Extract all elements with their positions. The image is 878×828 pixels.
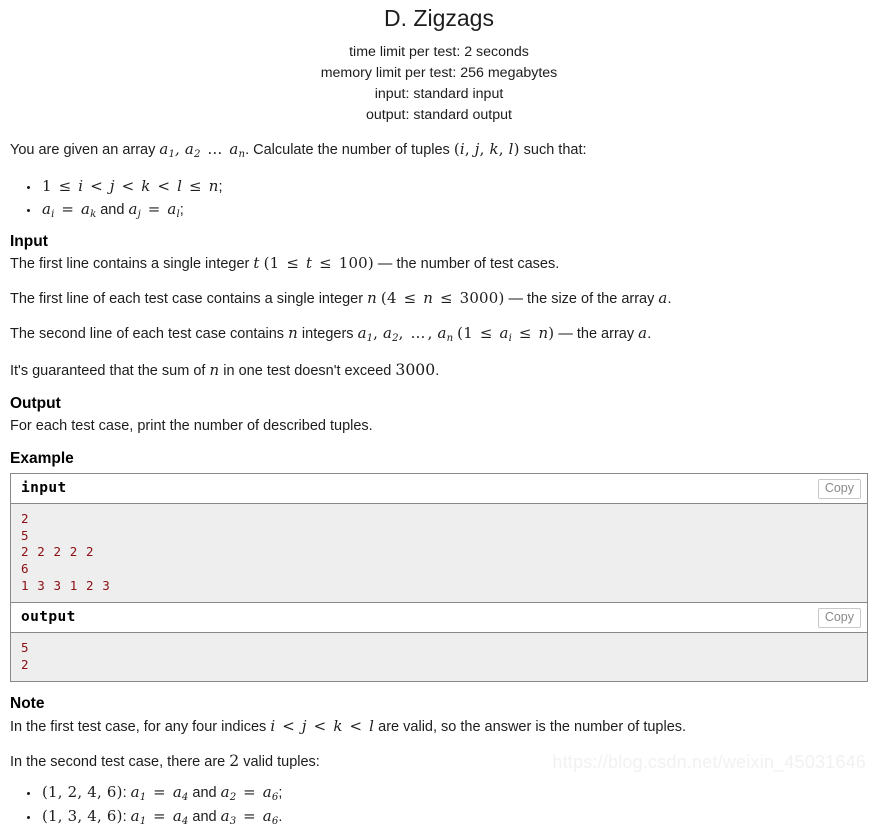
- list-item: ai = ak and aj = al;: [40, 198, 868, 222]
- note-tuple-2-eq1: a1 = a4: [130, 806, 189, 827]
- statement-intro-part3: such that:: [519, 141, 587, 158]
- statement-intro-part1: You are given an array: [10, 141, 160, 158]
- output-section-heading: Output: [10, 395, 61, 413]
- example-section-heading: Example: [10, 450, 74, 468]
- sample-output-header: output Copy: [11, 603, 867, 634]
- input-p3-text-a: The second line of each test case contai…: [10, 325, 289, 342]
- input-p2-text-a: The first line of each test case contain…: [10, 291, 368, 308]
- input-p3-var2: a: [638, 323, 648, 342]
- output-section-text: For each test case, print the number of …: [10, 417, 373, 434]
- note-p2-num: 2: [229, 751, 240, 771]
- page-title: D. Zigzags: [384, 5, 494, 31]
- list-item: 1 ≤ i < j < k < l ≤ n;: [40, 175, 868, 198]
- note-paragraph-1: In the first test case, for any four ind…: [10, 716, 868, 738]
- input-paragraph-1: The first line contains a single integer…: [10, 253, 868, 275]
- note-p1-text-b: are valid, so the answer is the number o…: [374, 718, 687, 735]
- input-p3-var: n: [288, 323, 298, 342]
- input-p3-text-d: .: [647, 325, 652, 342]
- note-tuple-2-and: and: [188, 808, 221, 825]
- time-limit: time limit per test: 2 seconds: [349, 43, 529, 60]
- input-p4-var: n: [209, 360, 220, 379]
- input-p2-var2: a: [658, 289, 668, 308]
- note-tuple-1-eq1: a1 = a4: [130, 782, 189, 803]
- note-tuple-1-end: ;: [278, 784, 283, 801]
- sample-test-output: output Copy 5 2: [10, 602, 868, 683]
- input-p1-text-a: The first line contains a single integer: [10, 256, 254, 273]
- note-p2-text-a: In the second test case, there are: [10, 754, 230, 771]
- input-p3-text-b: integers: [297, 325, 358, 342]
- condition-semicolon-2: ;: [179, 202, 184, 219]
- note-p1-text-a: In the first test case, for any four ind…: [10, 718, 271, 735]
- input-p3-array-math: a1, a2, …, an: [357, 323, 454, 344]
- note-tuple-1: (1, 2, 4, 6): [42, 782, 123, 801]
- note-section-heading: Note: [10, 695, 45, 713]
- note-tuple-2: (1, 3, 4, 6): [42, 806, 123, 825]
- input-p4-text-a: It's guaranteed that the sum of: [10, 362, 210, 379]
- input-p1-text-b: — the number of test cases.: [373, 256, 560, 273]
- input-section-heading: Input: [10, 233, 48, 251]
- input-paragraph-2: The first line of each test case contain…: [10, 288, 868, 310]
- input-p1-var: t: [253, 254, 260, 273]
- input-p3-range: (1 ≤ ai ≤ n): [457, 323, 555, 344]
- input-p4-num: 3000: [395, 359, 436, 379]
- sample-test-input: input Copy 2 5 2 2 2 2 2 6 1 3 3 1 2 3: [10, 473, 868, 603]
- note-p1-math: i < j < k < l: [270, 716, 375, 735]
- statement-array-math: a1, a2 … an: [159, 139, 246, 160]
- note-tuple-1-eq2: a2 = a6: [220, 782, 279, 803]
- sample-input-header: input Copy: [11, 474, 867, 505]
- note-tuple-1-and: and: [188, 784, 221, 801]
- condition-equalities-math-2: aj = al: [128, 200, 180, 221]
- note-tuple-2-end: .: [278, 808, 283, 825]
- input-p2-text-b: — the size of the array: [504, 291, 659, 308]
- input-paragraph-3: The second line of each test case contai…: [10, 323, 868, 346]
- statement-intro: You are given an array a1, a2 … an. Calc…: [10, 139, 868, 162]
- copy-output-button[interactable]: Copy: [817, 608, 861, 629]
- input-p2-var: n: [367, 289, 377, 308]
- sample-tests: input Copy 2 5 2 2 2 2 2 6 1 3 3 1 2 3 o…: [10, 473, 868, 683]
- input-p4-text-b: in one test doesn't exceed: [219, 362, 396, 379]
- sample-output-label: output: [21, 609, 76, 626]
- output-source: output: standard output: [366, 106, 512, 123]
- memory-limit: memory limit per test: 256 megabytes: [320, 64, 558, 81]
- sample-output-data: 5 2: [11, 633, 867, 682]
- statement-tuple-math: (i, j, k, l): [453, 139, 520, 158]
- condition-indices-math: 1 ≤ i < j < k < l ≤ n: [42, 177, 219, 195]
- input-paragraph-4: It's guaranteed that the sum of n in one…: [10, 359, 868, 382]
- sample-input-label: input: [21, 480, 67, 497]
- problem-page: D. Zigzags time limit per test: 2 second…: [0, 0, 878, 828]
- note-tuple-1-sep: :: [122, 784, 131, 801]
- input-p2-range: (4 ≤ n ≤ 3000): [380, 289, 505, 308]
- statement-intro-part2: . Calculate the number of tuples: [245, 141, 454, 158]
- input-p1-range: (1 ≤ t ≤ 100): [263, 254, 374, 273]
- input-p3-text-c: — the array: [554, 325, 639, 342]
- note-paragraph-2: In the second test case, there are 2 val…: [10, 750, 868, 773]
- note-tuple-2-eq2: a3 = a6: [220, 806, 279, 827]
- input-p4-text-c: .: [435, 362, 440, 379]
- list-item: (1, 3, 4, 6): a1 = a4 and a3 = a6.: [40, 805, 868, 828]
- list-item: (1, 2, 4, 6): a1 = a4 and a2 = a6;: [40, 781, 868, 805]
- condition-equalities-math: ai = ak: [42, 200, 97, 221]
- copy-input-button[interactable]: Copy: [817, 479, 861, 500]
- note-tuples-list: (1, 2, 4, 6): a1 = a4 and a2 = a6; (1, 3…: [10, 781, 868, 828]
- sample-input-data: 2 5 2 2 2 2 2 6 1 3 3 1 2 3: [11, 504, 867, 603]
- input-source: input: standard input: [374, 85, 504, 102]
- condition-semicolon: ;: [218, 179, 223, 195]
- statement-conditions-list: 1 ≤ i < j < k < l ≤ n; ai = ak and aj = …: [10, 175, 868, 222]
- condition-and: and: [96, 202, 129, 219]
- input-p2-text-c: .: [667, 291, 672, 308]
- problem-header: D. Zigzags time limit per test: 2 second…: [10, 0, 868, 126]
- note-p2-text-b: valid tuples:: [239, 754, 320, 771]
- note-tuple-2-sep: :: [122, 808, 131, 825]
